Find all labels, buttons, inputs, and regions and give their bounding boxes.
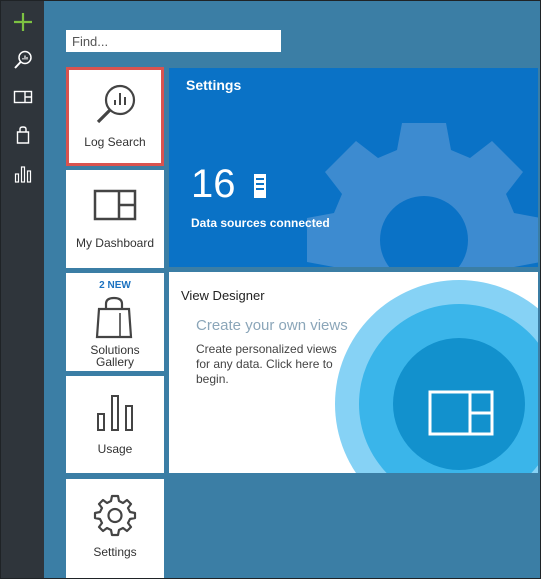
add-button[interactable]	[7, 6, 38, 37]
dashboard-icon	[13, 90, 32, 103]
data-sources-label: Data sources connected	[191, 216, 330, 230]
tile-solutions-label-line2: Gallery	[95, 355, 134, 369]
app-window: Log Search My Dashboard 2 NEW Solutions …	[0, 0, 541, 579]
log-search-icon	[96, 84, 136, 124]
tile-usage[interactable]: Usage	[66, 376, 164, 473]
find-input[interactable]	[66, 30, 281, 52]
tile-settings[interactable]: Settings	[66, 479, 164, 578]
rail-usage-button[interactable]	[7, 158, 38, 189]
tile-usage-label: Usage	[97, 442, 133, 456]
view-designer-description: Create personalized views for any data. …	[196, 342, 337, 386]
tile-log-search[interactable]: Log Search	[66, 67, 164, 166]
gear-icon	[93, 494, 137, 537]
view-designer-title: View Designer	[181, 288, 265, 303]
dashboard-icon	[93, 189, 137, 221]
solutions-bag-icon	[95, 296, 133, 339]
settings-overview-tile[interactable]: Settings 16 Data sources connected	[169, 68, 538, 267]
nav-rail	[1, 1, 44, 578]
solutions-bag-icon	[16, 125, 29, 144]
new-badge: 2 NEW	[99, 280, 131, 291]
data-sources-count: 16	[191, 164, 267, 204]
log-search-icon	[13, 50, 32, 69]
server-icon	[253, 174, 266, 199]
tile-solutions-gallery[interactable]: 2 NEW Solutions Gallery	[66, 273, 164, 371]
tile-my-dashboard[interactable]: My Dashboard	[66, 170, 164, 268]
settings-tile-title: Settings	[186, 77, 242, 93]
view-designer-subtitle: Create your own views	[196, 317, 348, 334]
rail-log-search-button[interactable]	[7, 44, 38, 75]
tile-my-dashboard-label: My Dashboard	[75, 236, 155, 250]
tile-log-search-label: Log Search	[84, 135, 146, 149]
usage-chart-icon	[14, 165, 31, 183]
rail-solutions-button[interactable]	[7, 119, 38, 150]
usage-chart-icon	[97, 395, 133, 431]
view-designer-icon	[428, 390, 494, 436]
tile-settings-label: Settings	[93, 545, 137, 559]
add-icon	[13, 12, 32, 31]
view-designer-tile[interactable]: View Designer Create your own views Crea…	[169, 272, 538, 473]
rail-dashboard-button[interactable]	[7, 81, 38, 112]
